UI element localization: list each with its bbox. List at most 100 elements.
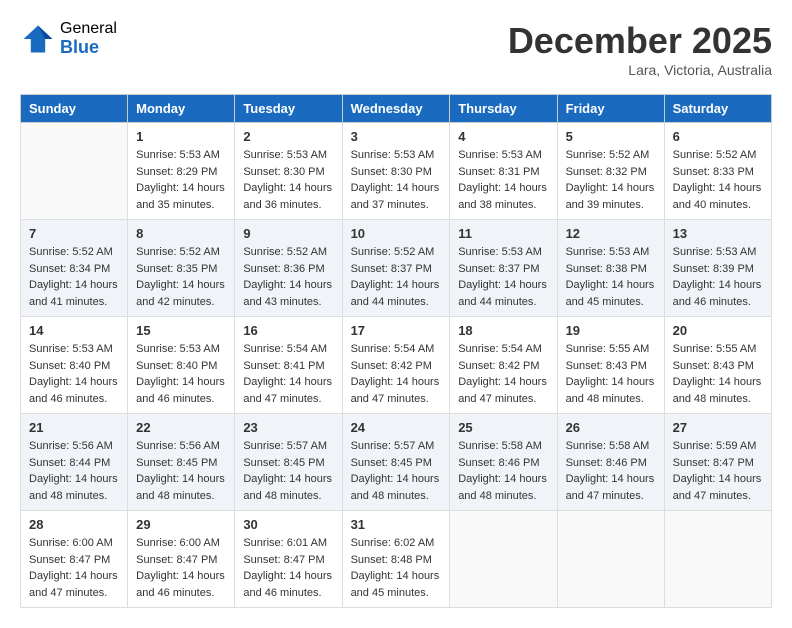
day-info: Sunrise: 6:01 AM Sunset: 8:47 PM Dayligh…: [243, 535, 333, 601]
calendar-cell: 26 Sunrise: 5:58 AM Sunset: 8:46 PM Dayli…: [557, 414, 664, 511]
calendar-cell: 9 Sunrise: 5:52 AM Sunset: 8:36 PM Daylig…: [235, 220, 342, 317]
day-number: 1: [136, 129, 226, 144]
day-info: Sunrise: 5:52 AM Sunset: 8:34 PM Dayligh…: [29, 244, 119, 310]
calendar-cell: 10 Sunrise: 5:52 AM Sunset: 8:37 PM Dayli…: [342, 220, 450, 317]
weekday-header-saturday: Saturday: [664, 95, 771, 123]
day-info: Sunrise: 6:00 AM Sunset: 8:47 PM Dayligh…: [136, 535, 226, 601]
logo-general: General: [60, 20, 117, 38]
day-info: Sunrise: 5:55 AM Sunset: 8:43 PM Dayligh…: [566, 341, 656, 407]
logo-text: General Blue: [60, 20, 117, 57]
calendar-cell: 20Sunrise: 5:55 AM Sunset: 8:43 PM Dayli…: [664, 317, 771, 414]
day-info: Sunrise: 5:52 AM Sunset: 8:37 PM Dayligh…: [351, 244, 442, 310]
calendar-cell: [664, 511, 771, 608]
day-info: Sunrise: 5:53 AM Sunset: 8:40 PM Dayligh…: [136, 341, 226, 407]
calendar-cell: 8 Sunrise: 5:52 AM Sunset: 8:35 PM Daylig…: [128, 220, 235, 317]
day-info: Sunrise: 5:54 AM Sunset: 8:41 PM Dayligh…: [243, 341, 333, 407]
calendar-cell: 17 Sunrise: 5:54 AM Sunset: 8:42 PM Dayli…: [342, 317, 450, 414]
title-block: December 2025 Lara, Victoria, Australia: [508, 20, 772, 78]
day-number: 15: [136, 323, 226, 338]
week-row-1: 1Sunrise: 5:53 AM Sunset: 8:29 PM Daylig…: [21, 123, 772, 220]
calendar-cell: [21, 123, 128, 220]
calendar-cell: 22 Sunrise: 5:56 AM Sunset: 8:45 PM Dayli…: [128, 414, 235, 511]
day-number: 8: [136, 226, 226, 241]
day-number: 30: [243, 517, 333, 532]
day-info: Sunrise: 5:53 AM Sunset: 8:30 PM Dayligh…: [243, 147, 333, 213]
calendar-cell: 30 Sunrise: 6:01 AM Sunset: 8:47 PM Dayli…: [235, 511, 342, 608]
weekday-header-thursday: Thursday: [450, 95, 557, 123]
day-number: 10: [351, 226, 442, 241]
day-number: 17: [351, 323, 442, 338]
day-info: Sunrise: 5:58 AM Sunset: 8:46 PM Dayligh…: [458, 438, 548, 504]
calendar-cell: 11 Sunrise: 5:53 AM Sunset: 8:37 PM Dayli…: [450, 220, 557, 317]
week-row-5: 28 Sunrise: 6:00 AM Sunset: 8:47 PM Dayli…: [21, 511, 772, 608]
logo-icon: [20, 21, 56, 57]
page-header: General Blue December 2025 Lara, Victori…: [20, 20, 772, 78]
calendar-cell: [557, 511, 664, 608]
calendar-cell: 3 Sunrise: 5:53 AM Sunset: 8:30 PM Daylig…: [342, 123, 450, 220]
day-info: Sunrise: 6:00 AM Sunset: 8:47 PM Dayligh…: [29, 535, 119, 601]
day-number: 11: [458, 226, 548, 241]
calendar-cell: 19 Sunrise: 5:55 AM Sunset: 8:43 PM Dayli…: [557, 317, 664, 414]
day-info: Sunrise: 5:53 AM Sunset: 8:37 PM Dayligh…: [458, 244, 548, 310]
day-number: 9: [243, 226, 333, 241]
day-info: Sunrise: 5:53 AM Sunset: 8:40 PM Dayligh…: [29, 341, 119, 407]
day-info: Sunrise: 5:53 AM Sunset: 8:38 PM Dayligh…: [566, 244, 656, 310]
calendar-cell: 29Sunrise: 6:00 AM Sunset: 8:47 PM Dayli…: [128, 511, 235, 608]
calendar-cell: 25 Sunrise: 5:58 AM Sunset: 8:46 PM Dayli…: [450, 414, 557, 511]
calendar-cell: 23Sunrise: 5:57 AM Sunset: 8:45 PM Dayli…: [235, 414, 342, 511]
day-number: 19: [566, 323, 656, 338]
day-number: 27: [673, 420, 763, 435]
day-info: Sunrise: 6:02 AM Sunset: 8:48 PM Dayligh…: [351, 535, 442, 601]
day-info: Sunrise: 5:54 AM Sunset: 8:42 PM Dayligh…: [351, 341, 442, 407]
logo: General Blue: [20, 20, 117, 57]
weekday-header-tuesday: Tuesday: [235, 95, 342, 123]
day-number: 25: [458, 420, 548, 435]
day-number: 12: [566, 226, 656, 241]
calendar-cell: 21 Sunrise: 5:56 AM Sunset: 8:44 PM Dayli…: [21, 414, 128, 511]
weekday-header-wednesday: Wednesday: [342, 95, 450, 123]
day-info: Sunrise: 5:56 AM Sunset: 8:45 PM Dayligh…: [136, 438, 226, 504]
calendar-cell: 31Sunrise: 6:02 AM Sunset: 8:48 PM Dayli…: [342, 511, 450, 608]
day-info: Sunrise: 5:52 AM Sunset: 8:35 PM Dayligh…: [136, 244, 226, 310]
calendar-body: 1Sunrise: 5:53 AM Sunset: 8:29 PM Daylig…: [21, 123, 772, 608]
day-info: Sunrise: 5:57 AM Sunset: 8:45 PM Dayligh…: [243, 438, 333, 504]
weekday-header-row: SundayMondayTuesdayWednesdayThursdayFrid…: [21, 95, 772, 123]
month-title: December 2025: [508, 20, 772, 62]
day-number: 28: [29, 517, 119, 532]
calendar-cell: 6 Sunrise: 5:52 AM Sunset: 8:33 PM Daylig…: [664, 123, 771, 220]
day-info: Sunrise: 5:52 AM Sunset: 8:36 PM Dayligh…: [243, 244, 333, 310]
day-info: Sunrise: 5:53 AM Sunset: 8:30 PM Dayligh…: [351, 147, 442, 213]
day-info: Sunrise: 5:58 AM Sunset: 8:46 PM Dayligh…: [566, 438, 656, 504]
day-info: Sunrise: 5:57 AM Sunset: 8:45 PM Dayligh…: [351, 438, 442, 504]
day-number: 5: [566, 129, 656, 144]
day-number: 20: [673, 323, 763, 338]
day-number: 6: [673, 129, 763, 144]
location: Lara, Victoria, Australia: [508, 62, 772, 78]
calendar-cell: 7 Sunrise: 5:52 AM Sunset: 8:34 PM Daylig…: [21, 220, 128, 317]
calendar-cell: 2Sunrise: 5:53 AM Sunset: 8:30 PM Daylig…: [235, 123, 342, 220]
day-info: Sunrise: 5:52 AM Sunset: 8:33 PM Dayligh…: [673, 147, 763, 213]
day-number: 4: [458, 129, 548, 144]
day-number: 22: [136, 420, 226, 435]
day-number: 21: [29, 420, 119, 435]
day-number: 26: [566, 420, 656, 435]
calendar-header: SundayMondayTuesdayWednesdayThursdayFrid…: [21, 95, 772, 123]
day-number: 18: [458, 323, 548, 338]
day-info: Sunrise: 5:59 AM Sunset: 8:47 PM Dayligh…: [673, 438, 763, 504]
calendar-cell: 18Sunrise: 5:54 AM Sunset: 8:42 PM Dayli…: [450, 317, 557, 414]
day-number: 3: [351, 129, 442, 144]
calendar-cell: 14Sunrise: 5:53 AM Sunset: 8:40 PM Dayli…: [21, 317, 128, 414]
week-row-3: 14Sunrise: 5:53 AM Sunset: 8:40 PM Dayli…: [21, 317, 772, 414]
day-number: 16: [243, 323, 333, 338]
logo-blue: Blue: [60, 38, 117, 58]
weekday-header-sunday: Sunday: [21, 95, 128, 123]
day-number: 7: [29, 226, 119, 241]
week-row-2: 7 Sunrise: 5:52 AM Sunset: 8:34 PM Daylig…: [21, 220, 772, 317]
calendar-cell: 27 Sunrise: 5:59 AM Sunset: 8:47 PM Dayli…: [664, 414, 771, 511]
calendar-cell: 12 Sunrise: 5:53 AM Sunset: 8:38 PM Dayli…: [557, 220, 664, 317]
day-info: Sunrise: 5:56 AM Sunset: 8:44 PM Dayligh…: [29, 438, 119, 504]
calendar-cell: 1Sunrise: 5:53 AM Sunset: 8:29 PM Daylig…: [128, 123, 235, 220]
calendar-cell: 5Sunrise: 5:52 AM Sunset: 8:32 PM Daylig…: [557, 123, 664, 220]
day-info: Sunrise: 5:53 AM Sunset: 8:31 PM Dayligh…: [458, 147, 548, 213]
calendar-cell: [450, 511, 557, 608]
